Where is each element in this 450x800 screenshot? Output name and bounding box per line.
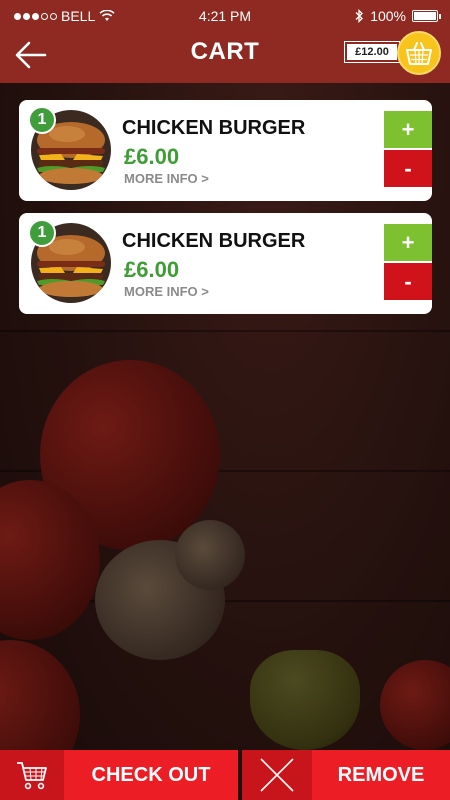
quantity-badge: 1 [28,106,56,134]
quantity-badge: 1 [28,219,56,247]
increase-quantity-button[interactable]: + [384,224,432,261]
item-price: £6.00 [124,257,180,282]
item-name: CHICKEN BURGER [122,117,306,139]
basket-icon [406,42,432,65]
increase-quantity-button[interactable]: + [384,111,432,148]
bluetooth-icon [355,9,364,23]
battery-percent: 100% [370,8,406,24]
cart-total-badge: £12.00 [344,41,400,63]
checkout-button[interactable]: CHECK OUT [0,750,238,800]
more-info-link[interactable]: MORE INFO > [124,171,209,186]
remove-button[interactable]: REMOVE [242,750,450,800]
status-bar: BELL 4:21 PM 100% [0,0,450,30]
battery-icon [412,10,441,22]
bottom-action-bar: CHECK OUT REMOVE [0,750,450,800]
more-info-link[interactable]: MORE INFO > [124,284,209,299]
item-price: £6.00 [124,144,180,169]
item-name: CHICKEN BURGER [122,230,306,252]
cart-item: 1 CHICKEN BURGER £6.00 MORE INFO > + - [19,100,432,201]
decrease-quantity-button[interactable]: - [384,263,432,300]
cart-item: 1 CHICKEN BURGER £6.00 MORE INFO > + - [19,213,432,314]
shopping-cart-icon [17,762,47,790]
decrease-quantity-button[interactable]: - [384,150,432,187]
checkout-label: CHECK OUT [91,763,211,786]
app-header: CART £12.00 [0,30,450,83]
basket-button[interactable] [397,31,441,75]
close-icon [260,758,294,792]
remove-label: REMOVE [337,763,425,786]
